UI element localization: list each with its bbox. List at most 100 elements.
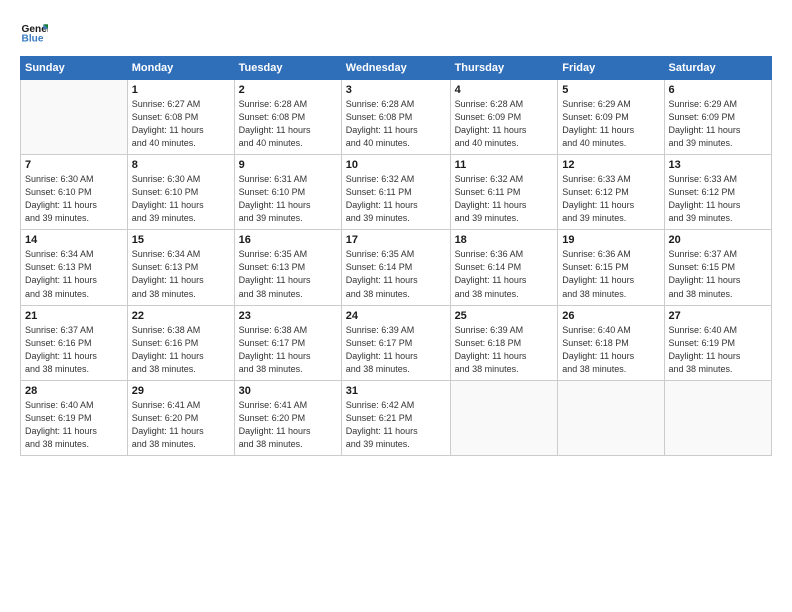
calendar-cell: 13 Sunrise: 6:33 AMSunset: 6:12 PMDayligh… [664,155,771,230]
calendar-cell: 5 Sunrise: 6:29 AMSunset: 6:09 PMDaylight… [558,80,664,155]
cell-day-number: 20 [669,234,767,246]
calendar-cell: 2Sunrise: 6:28 AMSunset: 6:08 PMDaylight… [234,80,341,155]
cell-info: Sunrise: 6:36 AMSunset: 6:15 PMDaylight:… [562,248,659,300]
day-header-thursday: Thursday [450,57,558,80]
cell-day-number: 17 [346,234,446,246]
cell-info: Sunrise: 6:41 AMSunset: 6:20 PMDaylight:… [239,399,337,451]
cell-info: Sunrise: 6:34 AMSunset: 6:13 PMDaylight:… [25,248,123,300]
cell-info: Sunrise: 6:35 AMSunset: 6:14 PMDaylight:… [346,248,446,300]
page: General Blue SundayMondayTuesdayWednesda… [0,0,792,612]
day-header-monday: Monday [127,57,234,80]
cell-info: Sunrise: 6:40 AMSunset: 6:19 PMDaylight:… [669,324,767,376]
cell-day-number: 3 [346,84,446,96]
calendar-cell: 11 Sunrise: 6:32 AMSunset: 6:11 PMDayligh… [450,155,558,230]
cell-day-number: 6 [669,84,767,96]
calendar-cell: 18 Sunrise: 6:36 AMSunset: 6:14 PMDayligh… [450,230,558,305]
calendar-cell: 9 Sunrise: 6:31 AMSunset: 6:10 PMDaylight… [234,155,341,230]
cell-day-number: 13 [669,159,767,171]
calendar-cell: 1Sunrise: 6:27 AMSunset: 6:08 PMDaylight… [127,80,234,155]
cell-day-number: 4 [455,84,554,96]
cell-day-number: 25 [455,310,554,322]
cell-info: Sunrise: 6:40 AMSunset: 6:19 PMDaylight:… [25,399,123,451]
cell-day-number: 24 [346,310,446,322]
svg-text:Blue: Blue [22,33,44,44]
cell-info: Sunrise: 6:37 AMSunset: 6:16 PMDaylight:… [25,324,123,376]
day-header-wednesday: Wednesday [341,57,450,80]
cell-day-number: 23 [239,310,337,322]
calendar-cell: 31 Sunrise: 6:42 AMSunset: 6:21 PMDayligh… [341,380,450,455]
cell-info: Sunrise: 6:31 AMSunset: 6:10 PMDaylight:… [239,173,337,225]
cell-info: Sunrise: 6:28 AMSunset: 6:08 PMDaylight:… [346,98,446,150]
cell-day-number: 9 [239,159,337,171]
calendar-cell: 29 Sunrise: 6:41 AMSunset: 6:20 PMDayligh… [127,380,234,455]
calendar-cell: 26 Sunrise: 6:40 AMSunset: 6:18 PMDayligh… [558,305,664,380]
calendar-cell: 8 Sunrise: 6:30 AMSunset: 6:10 PMDaylight… [127,155,234,230]
cell-info: Sunrise: 6:38 AMSunset: 6:16 PMDaylight:… [132,324,230,376]
calendar-cell: 6 Sunrise: 6:29 AMSunset: 6:09 PMDaylight… [664,80,771,155]
calendar-cell: 28 Sunrise: 6:40 AMSunset: 6:19 PMDayligh… [21,380,128,455]
cell-day-number: 11 [455,159,554,171]
calendar-cell: 21 Sunrise: 6:37 AMSunset: 6:16 PMDayligh… [21,305,128,380]
cell-day-number: 18 [455,234,554,246]
cell-day-number: 19 [562,234,659,246]
cell-info: Sunrise: 6:29 AMSunset: 6:09 PMDaylight:… [562,98,659,150]
cell-info: Sunrise: 6:40 AMSunset: 6:18 PMDaylight:… [562,324,659,376]
logo-icon: General Blue [20,18,48,46]
calendar-cell: 19 Sunrise: 6:36 AMSunset: 6:15 PMDayligh… [558,230,664,305]
cell-day-number: 21 [25,310,123,322]
calendar-cell [558,380,664,455]
cell-day-number: 2 [239,84,337,96]
cell-day-number: 5 [562,84,659,96]
calendar-cell [21,80,128,155]
cell-day-number: 28 [25,385,123,397]
day-header-saturday: Saturday [664,57,771,80]
cell-info: Sunrise: 6:30 AMSunset: 6:10 PMDaylight:… [132,173,230,225]
cell-info: Sunrise: 6:39 AMSunset: 6:17 PMDaylight:… [346,324,446,376]
calendar-cell: 27Sunrise: 6:40 AMSunset: 6:19 PMDayligh… [664,305,771,380]
calendar-cell [450,380,558,455]
cell-info: Sunrise: 6:28 AMSunset: 6:09 PMDaylight:… [455,98,554,150]
cell-info: Sunrise: 6:37 AMSunset: 6:15 PMDaylight:… [669,248,767,300]
cell-info: Sunrise: 6:32 AMSunset: 6:11 PMDaylight:… [346,173,446,225]
header: General Blue [20,18,772,46]
cell-day-number: 10 [346,159,446,171]
cell-info: Sunrise: 6:30 AMSunset: 6:10 PMDaylight:… [25,173,123,225]
cell-day-number: 8 [132,159,230,171]
cell-info: Sunrise: 6:33 AMSunset: 6:12 PMDaylight:… [562,173,659,225]
cell-info: Sunrise: 6:32 AMSunset: 6:11 PMDaylight:… [455,173,554,225]
day-header-sunday: Sunday [21,57,128,80]
calendar-cell: 16 Sunrise: 6:35 AMSunset: 6:13 PMDayligh… [234,230,341,305]
calendar-cell: 3 Sunrise: 6:28 AMSunset: 6:08 PMDaylight… [341,80,450,155]
cell-info: Sunrise: 6:42 AMSunset: 6:21 PMDaylight:… [346,399,446,451]
calendar-week-3: 14 Sunrise: 6:34 AMSunset: 6:13 PMDayligh… [21,230,772,305]
calendar-cell [664,380,771,455]
cell-day-number: 12 [562,159,659,171]
cell-day-number: 7 [25,159,123,171]
cell-info: Sunrise: 6:29 AMSunset: 6:09 PMDaylight:… [669,98,767,150]
cell-info: Sunrise: 6:33 AMSunset: 6:12 PMDaylight:… [669,173,767,225]
cell-info: Sunrise: 6:36 AMSunset: 6:14 PMDaylight:… [455,248,554,300]
calendar-week-1: 1Sunrise: 6:27 AMSunset: 6:08 PMDaylight… [21,80,772,155]
calendar-cell: 15Sunrise: 6:34 AMSunset: 6:13 PMDayligh… [127,230,234,305]
calendar-week-2: 7 Sunrise: 6:30 AMSunset: 6:10 PMDaylight… [21,155,772,230]
calendar-cell: 7 Sunrise: 6:30 AMSunset: 6:10 PMDaylight… [21,155,128,230]
cell-day-number: 14 [25,234,123,246]
cell-day-number: 31 [346,385,446,397]
cell-info: Sunrise: 6:41 AMSunset: 6:20 PMDaylight:… [132,399,230,451]
day-header-tuesday: Tuesday [234,57,341,80]
cell-day-number: 16 [239,234,337,246]
calendar: SundayMondayTuesdayWednesdayThursdayFrid… [20,56,772,456]
calendar-cell: 25Sunrise: 6:39 AMSunset: 6:18 PMDayligh… [450,305,558,380]
cell-info: Sunrise: 6:35 AMSunset: 6:13 PMDaylight:… [239,248,337,300]
calendar-cell: 4 Sunrise: 6:28 AMSunset: 6:09 PMDaylight… [450,80,558,155]
cell-info: Sunrise: 6:34 AMSunset: 6:13 PMDaylight:… [132,248,230,300]
calendar-week-4: 21 Sunrise: 6:37 AMSunset: 6:16 PMDayligh… [21,305,772,380]
cell-day-number: 1 [132,84,230,96]
calendar-cell: 22Sunrise: 6:38 AMSunset: 6:16 PMDayligh… [127,305,234,380]
calendar-cell: 12 Sunrise: 6:33 AMSunset: 6:12 PMDayligh… [558,155,664,230]
calendar-cell: 10 Sunrise: 6:32 AMSunset: 6:11 PMDayligh… [341,155,450,230]
cell-day-number: 29 [132,385,230,397]
cell-day-number: 30 [239,385,337,397]
cell-day-number: 26 [562,310,659,322]
calendar-week-5: 28 Sunrise: 6:40 AMSunset: 6:19 PMDayligh… [21,380,772,455]
